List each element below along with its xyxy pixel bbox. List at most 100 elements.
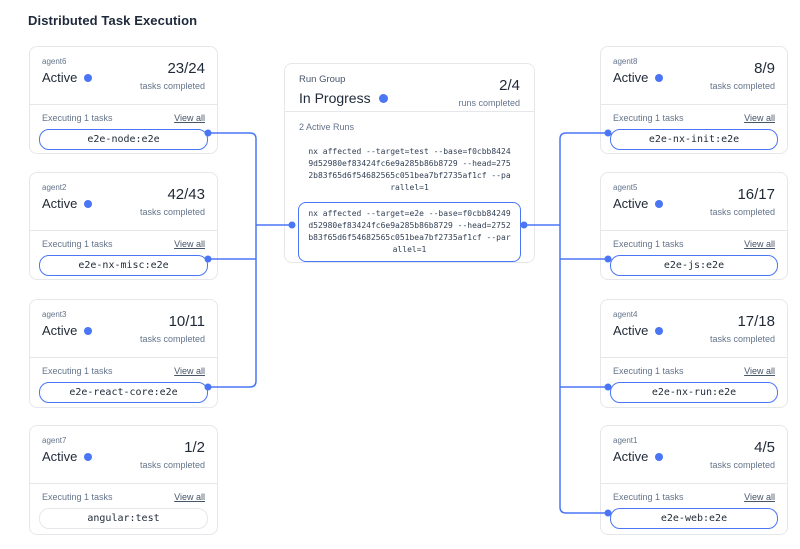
task-pill[interactable]: e2e-nx-misc:e2e	[39, 255, 208, 276]
tasks-count-label: tasks completed	[710, 460, 775, 470]
agent-card-agent7: agent7 Active 1/2 tasks completed Execut…	[29, 425, 218, 535]
agent-status-label: Active	[613, 196, 648, 211]
task-name: e2e-web:e2e	[661, 513, 727, 524]
agent-card-agent4: agent4 Active 17/18 tasks completed Exec…	[600, 299, 788, 408]
executing-tasks-label: Executing 1 tasks	[42, 492, 113, 502]
agent-card-agent3: agent3 Active 10/11 tasks completed Exec…	[29, 299, 218, 408]
tasks-count-label: tasks completed	[140, 81, 205, 91]
view-all-link[interactable]: View all	[174, 366, 205, 376]
agent-footer: Executing 1 tasks View all e2e-nx-run:e2…	[601, 358, 787, 403]
agent-footer: Executing 1 tasks View all e2e-nx-init:e…	[601, 105, 787, 150]
status-dot-icon	[379, 94, 388, 103]
task-name: angular:test	[87, 513, 159, 524]
agent-footer: Executing 1 tasks View all angular:test	[30, 484, 217, 529]
task-pill[interactable]: e2e-nx-run:e2e	[610, 382, 778, 403]
agent-status-label: Active	[613, 323, 648, 338]
runs-count: 2/4	[458, 77, 520, 94]
executing-tasks-label: Executing 1 tasks	[613, 113, 684, 123]
agent-status-label: Active	[42, 196, 77, 211]
runs-count-label: runs completed	[458, 98, 520, 108]
agent-id: agent7	[42, 436, 92, 445]
tasks-count: 4/5	[710, 439, 775, 456]
executing-tasks-label: Executing 1 tasks	[42, 239, 113, 249]
run-group-header: Run Group In Progress 2/4 runs completed	[285, 64, 534, 111]
run-command-selected[interactable]: nx affected --target=e2e --base=f0cbb842…	[298, 202, 521, 262]
agent-status-label: Active	[613, 70, 648, 85]
agent-id: agent8	[613, 57, 663, 66]
tasks-count: 16/17	[710, 186, 775, 203]
task-pill[interactable]: e2e-web:e2e	[610, 508, 778, 529]
view-all-link[interactable]: View all	[174, 492, 205, 502]
agent-card-agent1: agent1 Active 4/5 tasks completed Execut…	[600, 425, 788, 535]
executing-tasks-label: Executing 1 tasks	[613, 239, 684, 249]
task-name: e2e-node:e2e	[87, 134, 159, 145]
agent-header: agent7 Active 1/2 tasks completed	[30, 426, 217, 483]
executing-tasks-label: Executing 1 tasks	[613, 492, 684, 502]
agent-header: agent3 Active 10/11 tasks completed	[30, 300, 217, 357]
status-dot-icon	[84, 200, 92, 208]
task-name: e2e-react-core:e2e	[69, 387, 177, 398]
task-pill[interactable]: e2e-react-core:e2e	[39, 382, 208, 403]
agent-card-agent6: agent6 Active 23/24 tasks completed Exec…	[29, 46, 218, 154]
tasks-count-label: tasks completed	[140, 207, 205, 217]
status-dot-icon	[655, 74, 663, 82]
run-group-card: Run Group In Progress 2/4 runs completed…	[284, 63, 535, 263]
agent-header: agent6 Active 23/24 tasks completed	[30, 47, 217, 104]
tasks-count-label: tasks completed	[140, 460, 205, 470]
tasks-count-label: tasks completed	[710, 81, 775, 91]
agent-footer: Executing 1 tasks View all e2e-web:e2e	[601, 484, 787, 529]
task-pill[interactable]: e2e-nx-init:e2e	[610, 129, 778, 150]
task-name: e2e-nx-run:e2e	[652, 387, 736, 398]
tasks-count-label: tasks completed	[140, 334, 205, 344]
tasks-count: 10/11	[140, 313, 205, 330]
agent-status-label: Active	[613, 449, 648, 464]
run-group-status-label: In Progress	[299, 90, 371, 106]
run-group-body: 2 Active Runs nx affected --target=test …	[285, 112, 534, 262]
status-dot-icon	[84, 453, 92, 461]
executing-tasks-label: Executing 1 tasks	[42, 366, 113, 376]
view-all-link[interactable]: View all	[174, 239, 205, 249]
agent-status-label: Active	[42, 70, 77, 85]
agent-card-agent8: agent8 Active 8/9 tasks completed Execut…	[600, 46, 788, 154]
tasks-count: 8/9	[710, 60, 775, 77]
agent-header: agent4 Active 17/18 tasks completed	[601, 300, 787, 357]
status-dot-icon	[655, 327, 663, 335]
agent-header: agent2 Active 42/43 tasks completed	[30, 173, 217, 230]
agent-footer: Executing 1 tasks View all e2e-node:e2e	[30, 105, 217, 150]
task-pill[interactable]: angular:test	[39, 508, 208, 529]
agent-status-label: Active	[42, 323, 77, 338]
view-all-link[interactable]: View all	[744, 113, 775, 123]
tasks-count: 17/18	[710, 313, 775, 330]
agent-id: agent5	[613, 183, 663, 192]
agent-id: agent2	[42, 183, 92, 192]
task-name: e2e-js:e2e	[664, 260, 724, 271]
run-group-label: Run Group	[299, 74, 388, 85]
view-all-link[interactable]: View all	[744, 239, 775, 249]
distributed-task-execution-panel: Distributed Task Execution agent6 Active…	[0, 0, 800, 549]
tasks-count: 1/2	[140, 439, 205, 456]
view-all-link[interactable]: View all	[744, 366, 775, 376]
view-all-link[interactable]: View all	[744, 492, 775, 502]
tasks-count: 23/24	[140, 60, 205, 77]
view-all-link[interactable]: View all	[174, 113, 205, 123]
task-pill[interactable]: e2e-js:e2e	[610, 255, 778, 276]
executing-tasks-label: Executing 1 tasks	[42, 113, 113, 123]
agent-status-label: Active	[42, 449, 77, 464]
agent-id: agent1	[613, 436, 663, 445]
agent-id: agent4	[613, 310, 663, 319]
agent-footer: Executing 1 tasks View all e2e-nx-misc:e…	[30, 231, 217, 276]
executing-tasks-label: Executing 1 tasks	[613, 366, 684, 376]
status-dot-icon	[655, 200, 663, 208]
agent-header: agent5 Active 16/17 tasks completed	[601, 173, 787, 230]
agent-id: agent6	[42, 57, 92, 66]
run-command[interactable]: nx affected --target=test --base=f0cbb84…	[298, 143, 521, 197]
agent-card-agent2: agent2 Active 42/43 tasks completed Exec…	[29, 172, 218, 280]
page-title: Distributed Task Execution	[28, 13, 197, 28]
status-dot-icon	[84, 327, 92, 335]
agent-footer: Executing 1 tasks View all e2e-react-cor…	[30, 358, 217, 403]
tasks-count-label: tasks completed	[710, 207, 775, 217]
task-pill[interactable]: e2e-node:e2e	[39, 129, 208, 150]
agent-footer: Executing 1 tasks View all e2e-js:e2e	[601, 231, 787, 276]
agent-id: agent3	[42, 310, 92, 319]
agent-header: agent8 Active 8/9 tasks completed	[601, 47, 787, 104]
